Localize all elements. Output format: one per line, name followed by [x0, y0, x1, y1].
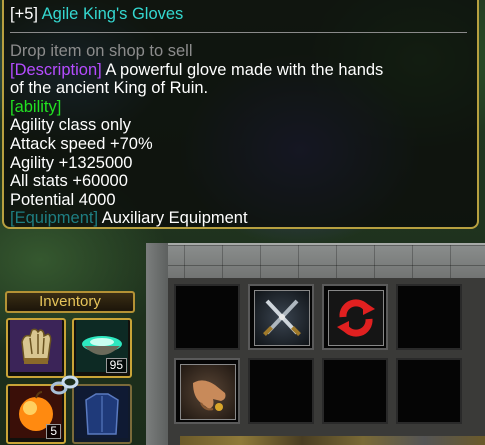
equipment-line: [Equipment] Auxiliary Equipment: [10, 209, 469, 228]
stat-line: Attack speed +70%: [10, 134, 153, 153]
stash-slot-empty[interactable]: [248, 358, 314, 424]
description-text-1: A powerful glove made with the hands: [101, 60, 384, 79]
crossed-swords-icon: [254, 290, 310, 346]
stat-line: All stats +60000: [10, 172, 128, 191]
stash-slot-empty[interactable]: [322, 358, 388, 424]
stash-slot[interactable]: [248, 284, 314, 350]
ability-tag: [ability]: [10, 97, 62, 116]
inventory-header: Inventory: [5, 291, 135, 313]
equipment-type: Auxiliary Equipment: [98, 209, 248, 228]
item-name: Agile King's Gloves: [41, 5, 184, 23]
blue-armor-icon: [76, 386, 128, 442]
inventory-slot-4[interactable]: [72, 384, 132, 444]
stat-line: Agility class only: [10, 116, 132, 135]
equipment-tag: [Equipment]: [10, 209, 99, 228]
inventory-slot-1[interactable]: [6, 318, 66, 378]
sell-hint: Drop item on shop to sell: [10, 42, 193, 60]
description-line-2: of the ancient King of Ruin.: [10, 79, 209, 98]
item-count: 5: [46, 424, 61, 439]
item-tooltip: [+5] Agile King's Gloves Drop item on sh…: [2, 0, 479, 229]
stash-slot-empty[interactable]: [396, 358, 462, 424]
stash-slot[interactable]: [322, 284, 388, 350]
stash-grid: [168, 278, 485, 445]
stat-line: Potential 4000: [10, 190, 116, 209]
next-row-items-edge: [180, 436, 485, 445]
stash-slot-empty[interactable]: [174, 284, 240, 350]
red-cycle-icon: [328, 290, 384, 346]
hand-icon: [180, 364, 236, 420]
tooltip-divider: [10, 32, 467, 33]
tooltip-body: Drop item on shop to sell [Description] …: [10, 42, 469, 228]
stone-wall-pillar: [146, 243, 168, 445]
stat-line: Agility +1325000: [10, 153, 133, 172]
item-level: [+5]: [10, 5, 38, 23]
stash-slot[interactable]: [174, 358, 240, 424]
inventory-slot-2[interactable]: 95: [72, 318, 132, 378]
stash-slot-empty[interactable]: [396, 284, 462, 350]
description-tag: [Description]: [10, 60, 102, 79]
tooltip-title: [+5] Agile King's Gloves: [10, 5, 183, 24]
chain-link-decoration: [50, 372, 80, 400]
glove-icon: [10, 320, 62, 376]
item-count: 95: [105, 358, 127, 373]
description-line-1: [Description] A powerful glove made with…: [10, 61, 469, 80]
